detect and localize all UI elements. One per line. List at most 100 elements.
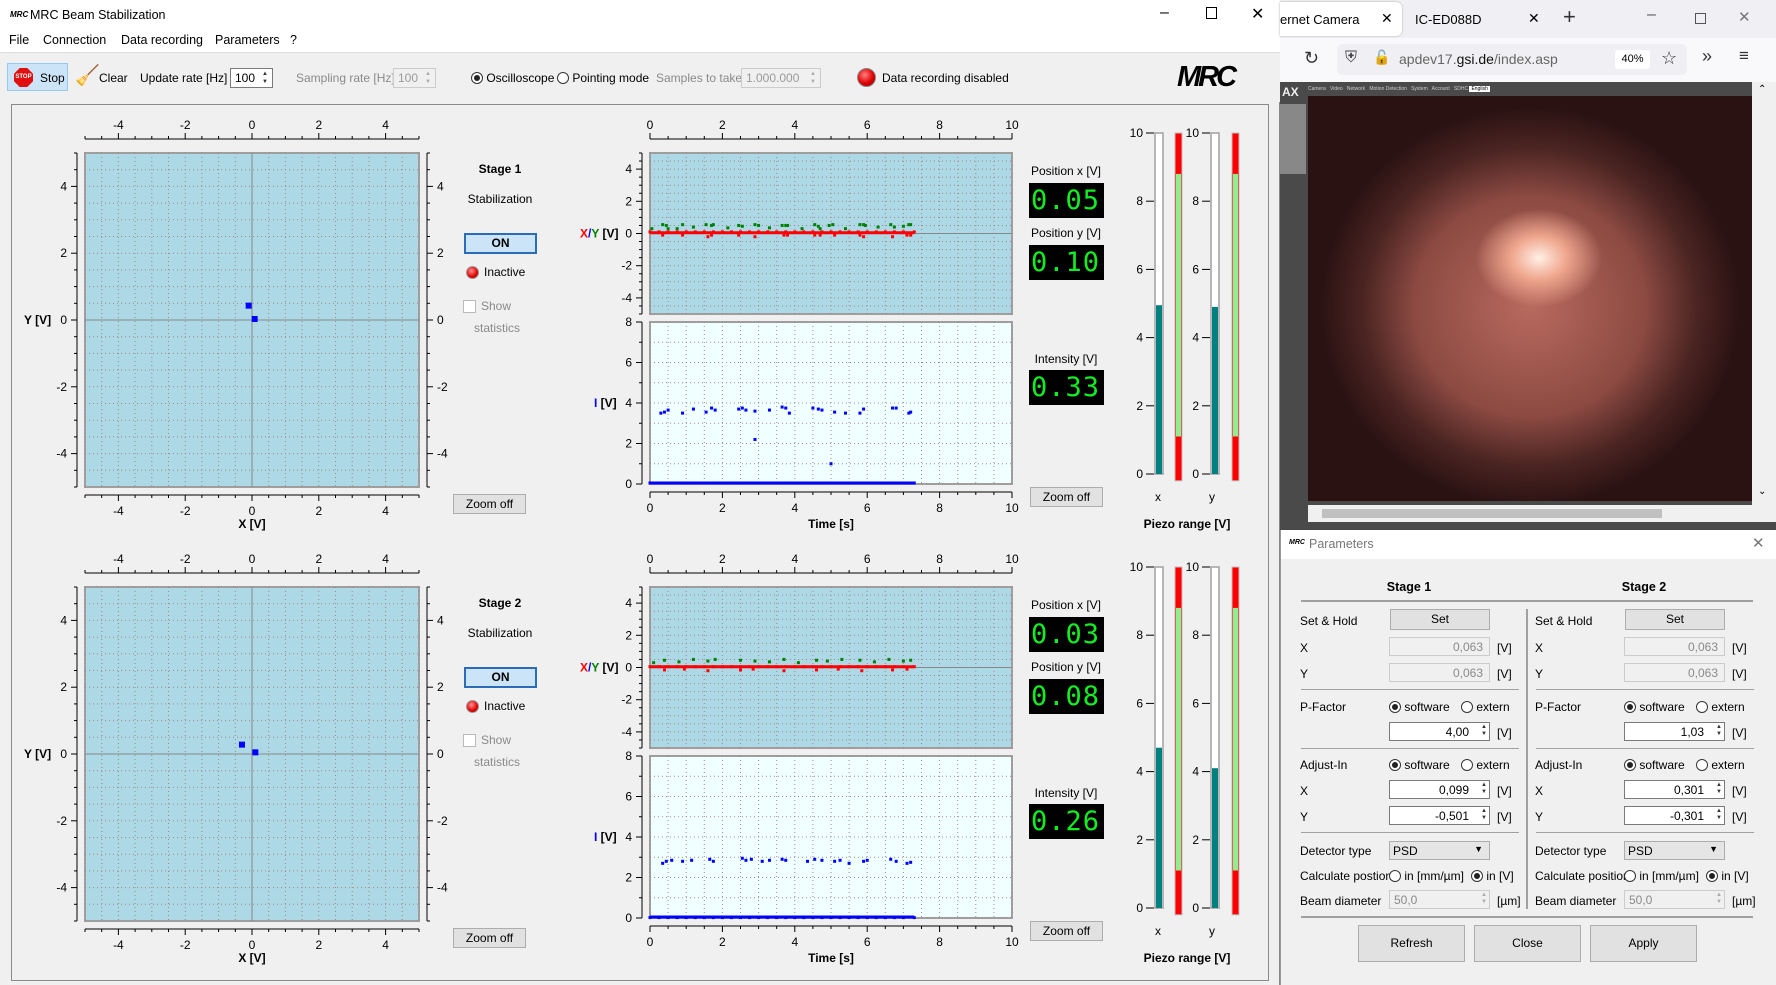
scroll-up-icon[interactable]: ⌃	[1758, 84, 1766, 95]
refresh-button[interactable]: Refresh	[1358, 925, 1465, 962]
spin-arrows-icon[interactable]: ▲ ▼	[1481, 892, 1487, 906]
menu-help[interactable]: ?	[290, 33, 297, 47]
adjust-in-software-radio[interactable]: software	[1389, 758, 1450, 772]
beam-diameter-spinbox[interactable]: 50,0 ▲ ▼	[1624, 890, 1725, 909]
close-icon[interactable]: ✕	[1738, 8, 1751, 26]
detector-type-select[interactable]: PSD ▼	[1624, 841, 1725, 860]
p-factor-software-radio[interactable]: software	[1624, 700, 1685, 714]
spin-arrows-icon[interactable]: ▲ ▼	[1716, 892, 1722, 906]
p-factor-extern-radio[interactable]: extern	[1461, 700, 1510, 714]
adjust-in-extern-radio[interactable]: extern	[1461, 758, 1510, 772]
close-icon[interactable]: ✕	[1251, 4, 1264, 24]
camera-nav-item[interactable]: System	[1411, 86, 1428, 92]
vertical-scrollbar[interactable]: ⌃ ⌄	[1752, 82, 1776, 505]
p-factor-extern-radio[interactable]: extern	[1696, 700, 1745, 714]
adjust-in-extern-radio[interactable]: extern	[1696, 758, 1745, 772]
zoom-level[interactable]: 40%	[1615, 50, 1650, 69]
insecure-lock-icon[interactable]: 🔓	[1373, 49, 1390, 66]
update-rate-spinbox[interactable]: 100 ▲ ▼	[230, 68, 273, 88]
sampling-rate-spinbox[interactable]: 100 ▲ ▼	[393, 68, 436, 88]
spin-arrows-icon[interactable]: ▲ ▼	[1481, 808, 1487, 822]
clear-button[interactable]: Clear	[99, 71, 128, 85]
show-statistics-checkbox[interactable]	[463, 734, 476, 747]
browser-tab[interactable]: IC-ED088D ✕	[1413, 2, 1553, 36]
calc-mm-radio[interactable]: in [mm/µm]	[1624, 869, 1699, 883]
camera-nav-item[interactable]: Motion Detection	[1369, 86, 1407, 92]
timeplot-zoom-off-button[interactable]: Zoom off	[1030, 921, 1103, 941]
tab-close-icon[interactable]: ✕	[1381, 10, 1393, 27]
browser-tab-active[interactable]: ernet Camera ✕	[1280, 2, 1402, 36]
adjust-y-spinbox[interactable]: -0,301 ▲ ▼	[1624, 806, 1725, 825]
camera-nav-item[interactable]: Camera	[1308, 86, 1326, 92]
set-hold-x-field[interactable]: 0,063	[1389, 637, 1490, 656]
menu-file[interactable]: File	[9, 33, 29, 47]
address-bar[interactable]: ⛨ 🔓 apdev17.gsi.de/index.asp 40%	[1337, 44, 1687, 75]
reload-icon[interactable]: ↻	[1304, 48, 1319, 69]
beam-diameter-spinbox[interactable]: 50,0 ▲ ▼	[1389, 890, 1490, 909]
show-statistics-checkbox[interactable]	[463, 300, 476, 313]
spin-arrows-icon[interactable]: ▲ ▼	[422, 70, 434, 86]
camera-nav-item[interactable]: SDHC	[1454, 86, 1468, 92]
p-factor-software-radio[interactable]: software	[1389, 700, 1450, 714]
set-hold-x-field[interactable]: 0,063	[1624, 637, 1725, 656]
maximize-icon[interactable]	[1206, 7, 1217, 19]
menu-parameters[interactable]: Parameters	[215, 33, 280, 47]
scatter-zoom-off-button[interactable]: Zoom off	[453, 494, 526, 514]
broom-icon[interactable]: 🧹	[75, 63, 100, 88]
spin-arrows-icon[interactable]: ▲ ▼	[1716, 782, 1722, 796]
spin-arrows-icon[interactable]: ▲ ▼	[259, 70, 271, 86]
minimize-icon[interactable]: –	[1647, 6, 1656, 24]
detector-type-select[interactable]: PSD ▼	[1389, 841, 1490, 860]
calc-v-radio[interactable]: in [V]	[1471, 869, 1514, 883]
camera-side-menu[interactable]	[1280, 104, 1306, 174]
camera-nav-item[interactable]: Network	[1347, 86, 1365, 92]
adjust-x-spinbox[interactable]: 0,099 ▲ ▼	[1389, 780, 1490, 799]
shield-icon[interactable]: ⛨	[1345, 49, 1357, 67]
set-hold-y-field[interactable]: 0,063	[1389, 663, 1490, 682]
camera-nav-item[interactable]: Video	[1330, 86, 1343, 92]
camera-nav-item[interactable]: Account	[1432, 86, 1450, 92]
url-text[interactable]: apdev17.gsi.de/index.asp	[1399, 51, 1558, 67]
oscilloscope-radio[interactable]: Oscilloscope	[471, 71, 554, 85]
p-factor-spinbox[interactable]: 1,03 ▲ ▼	[1624, 722, 1725, 741]
scatter-zoom-off-button[interactable]: Zoom off	[453, 928, 526, 948]
minimize-icon[interactable]: –	[1160, 4, 1169, 22]
close-button[interactable]: Close	[1474, 925, 1581, 962]
bookmark-star-icon[interactable]: ☆	[1661, 48, 1677, 69]
scroll-down-icon[interactable]: ⌄	[1758, 486, 1766, 497]
tab-close-icon[interactable]: ✕	[1528, 10, 1540, 27]
menu-hamburger-icon[interactable]: ≡	[1739, 46, 1749, 66]
samples-spinbox[interactable]: 1.000.000 ▲ ▼	[741, 68, 821, 88]
spin-arrows-icon[interactable]: ▲ ▼	[1716, 808, 1722, 822]
adjust-y-spinbox[interactable]: -0,501 ▲ ▼	[1389, 806, 1490, 825]
set-hold-y-field[interactable]: 0,063	[1624, 663, 1725, 682]
set-button[interactable]: Set	[1625, 609, 1725, 630]
adjust-x-spinbox[interactable]: 0,301 ▲ ▼	[1624, 780, 1725, 799]
language-select[interactable]: English	[1469, 86, 1490, 92]
spin-arrows-icon[interactable]: ▲ ▼	[1716, 724, 1722, 738]
calc-mm-radio[interactable]: in [mm/µm]	[1389, 869, 1464, 883]
horizontal-scrollbar[interactable]	[1308, 505, 1776, 522]
timeplot-zoom-off-button[interactable]: Zoom off	[1030, 487, 1103, 507]
stop-button[interactable]: STOP Stop	[7, 63, 68, 91]
adjust-in-software-radio[interactable]: software	[1624, 758, 1685, 772]
set-button[interactable]: Set	[1390, 609, 1490, 630]
scrollbar-thumb[interactable]	[1322, 509, 1662, 518]
dialog-close-icon[interactable]: ✕	[1752, 534, 1765, 552]
timeplot-xlabel: Time [s]	[808, 517, 854, 531]
spin-arrows-icon[interactable]: ▲ ▼	[1481, 782, 1487, 796]
spin-arrows-icon[interactable]: ▲ ▼	[807, 70, 819, 86]
maximize-icon[interactable]	[1695, 13, 1706, 24]
apply-button[interactable]: Apply	[1590, 925, 1697, 962]
spin-arrows-icon[interactable]: ▲ ▼	[1481, 724, 1487, 738]
menu-data-recording[interactable]: Data recording	[121, 33, 203, 47]
calc-v-radio[interactable]: in [V]	[1706, 869, 1749, 883]
stabilization-on-button[interactable]: ON	[464, 667, 537, 688]
stabilization-on-button[interactable]: ON	[464, 233, 537, 254]
pointing-mode-radio[interactable]: Pointing mode	[557, 71, 649, 85]
menu-connection[interactable]: Connection	[43, 33, 106, 47]
overflow-chevrons-icon[interactable]: »	[1702, 46, 1712, 67]
new-tab-icon[interactable]: +	[1563, 4, 1576, 30]
p-factor-spinbox[interactable]: 4,00 ▲ ▼	[1389, 722, 1490, 741]
i-series-point	[811, 916, 815, 920]
